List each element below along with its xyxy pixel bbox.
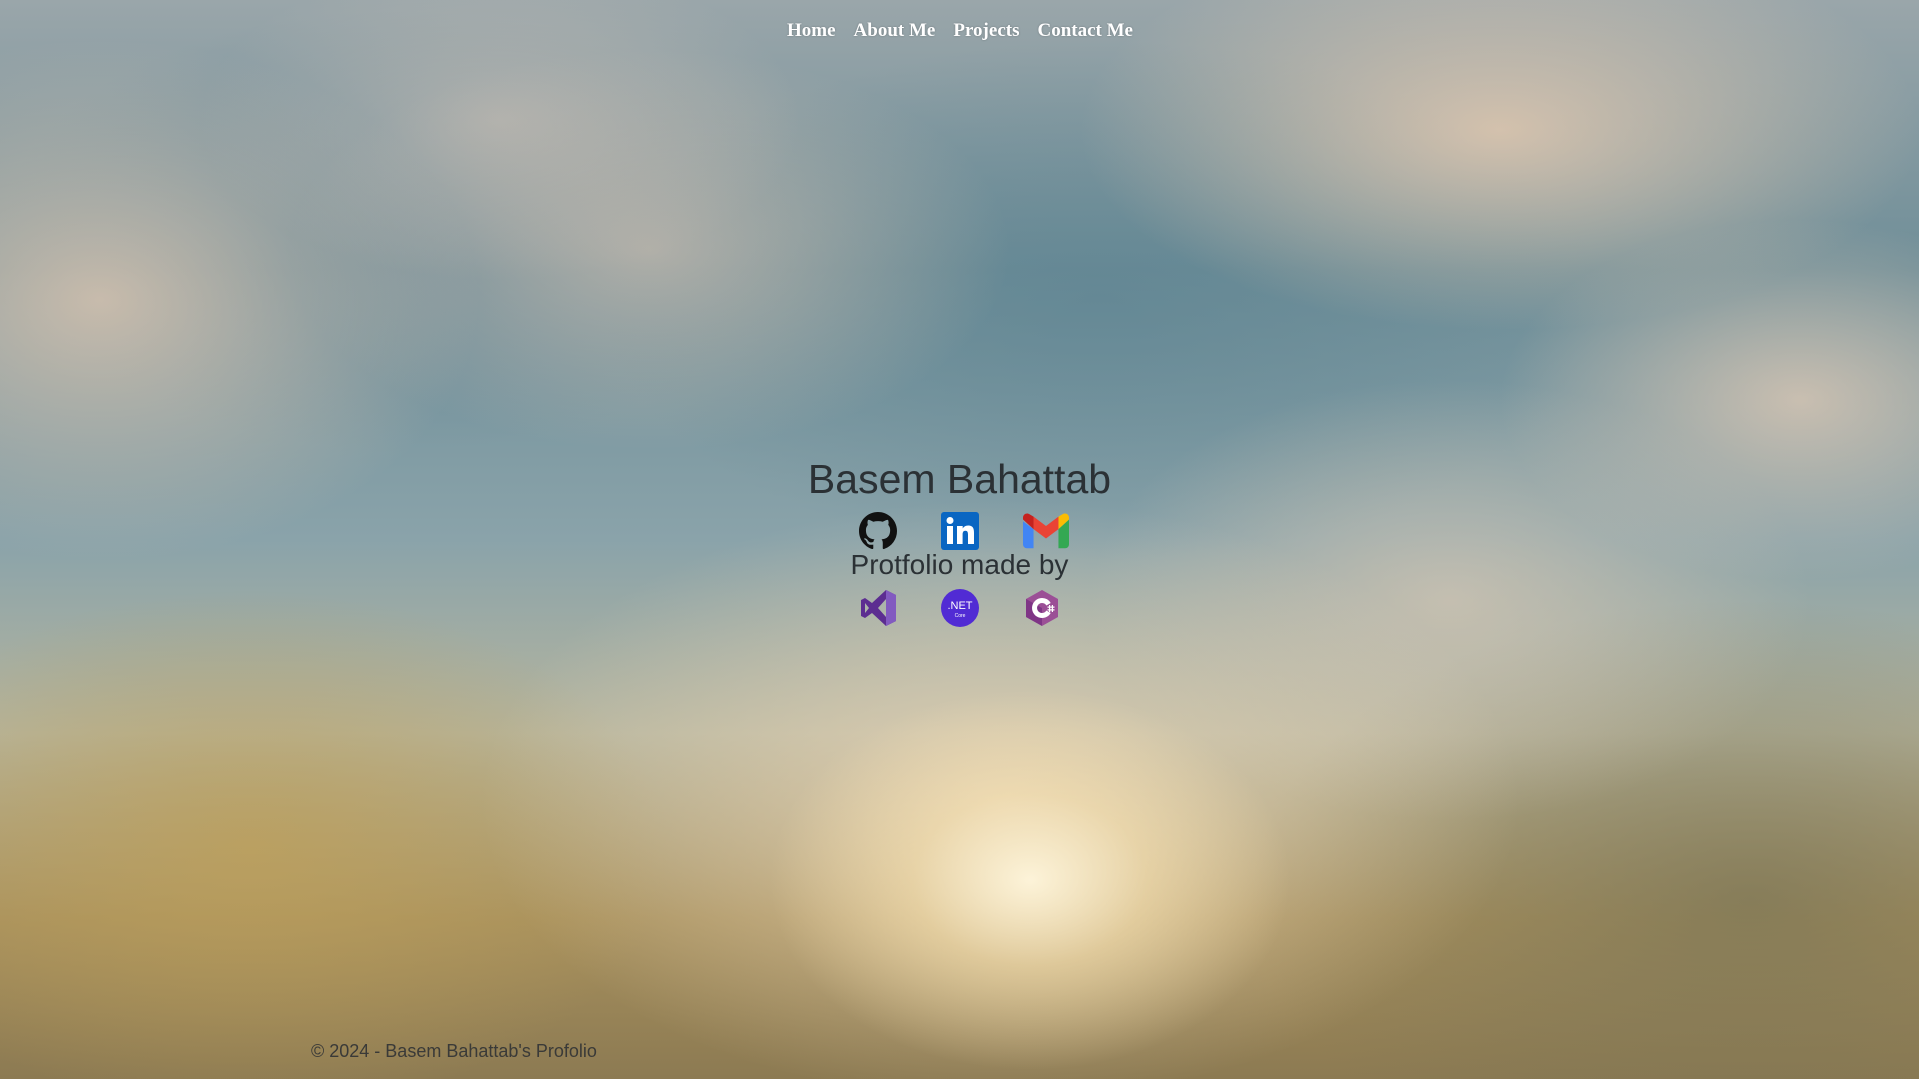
dotnet-icon-subtext: Core — [954, 613, 965, 619]
visual-studio-icon — [859, 589, 897, 627]
nav-about-me[interactable]: About Me — [854, 20, 936, 42]
github-icon-graphic — [858, 512, 897, 550]
nav-projects[interactable]: Projects — [953, 20, 1019, 42]
top-nav: Home About Me Projects Contact Me — [0, 20, 1919, 42]
csharp-icon — [1023, 589, 1061, 627]
csharp-icon-graphic — [1025, 590, 1058, 626]
visual-studio-icon-graphic — [860, 590, 896, 626]
made-by-heading: Protfolio made by — [850, 549, 1069, 580]
owner-name: Basem Bahattab — [807, 456, 1112, 502]
github-icon[interactable] — [858, 512, 897, 550]
nav-contact-me[interactable]: Contact Me — [1037, 20, 1133, 42]
linkedin-icon[interactable] — [940, 512, 979, 550]
tech-stack: .NET Core — [0, 589, 1919, 627]
gmail-icon[interactable] — [1022, 512, 1069, 550]
dotnet-core-icon-graphic: .NET Core — [940, 589, 979, 627]
linkedin-icon-graphic — [940, 512, 979, 550]
nav-home[interactable]: Home — [787, 20, 836, 42]
dotnet-core-icon: .NET Core — [940, 589, 979, 627]
social-links — [0, 512, 1919, 550]
footer-copyright: © 2024 - Basem Bahattab's Profolio — [311, 1041, 597, 1061]
gmail-icon-graphic — [1022, 513, 1069, 549]
dotnet-icon-text: .NET — [947, 600, 972, 612]
